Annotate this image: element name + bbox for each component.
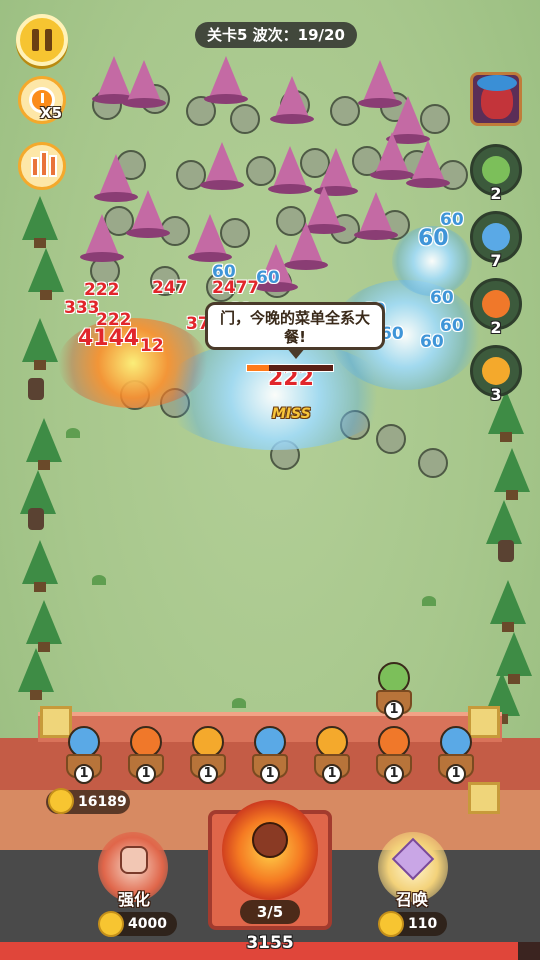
enemy-queue-count: 2 xyxy=(490,318,502,337)
pause-icon xyxy=(45,29,52,51)
damage-number: 247 xyxy=(152,278,188,298)
witch-enemy xyxy=(188,214,232,262)
zombie-enemy xyxy=(376,424,406,454)
miss-label: MISS xyxy=(272,406,311,422)
witch-enemy xyxy=(126,190,170,238)
tree xyxy=(22,196,58,248)
tree xyxy=(18,648,54,700)
witch-enemy xyxy=(122,60,166,108)
enemy-queue-count: 3 xyxy=(490,385,502,404)
defender-slot-2[interactable]: 1 xyxy=(124,720,168,786)
boss-speech-text: 门，今晚的菜单全系大餐! xyxy=(219,309,370,346)
summon-cost-amount: 110 xyxy=(408,916,438,932)
speed-multiplier-label: X5 xyxy=(40,104,63,122)
damage-number: 60 xyxy=(430,288,454,308)
witch-enemy xyxy=(406,140,450,188)
defender-level: 1 xyxy=(446,764,466,784)
castle-tower xyxy=(468,782,500,814)
defender-slot-4[interactable]: 1 xyxy=(248,720,292,786)
damage-number: 60 xyxy=(212,262,236,282)
tree xyxy=(486,500,522,552)
grass-tuft xyxy=(422,596,436,606)
tree xyxy=(26,600,62,652)
defender-level: 1 xyxy=(136,764,156,784)
zombie-enemy xyxy=(230,104,260,134)
hero-wave-counter: 3/5 xyxy=(240,900,300,924)
witch-enemy xyxy=(200,142,244,190)
boss-portrait[interactable] xyxy=(470,72,522,126)
defender-slot-3[interactable]: 1 xyxy=(186,720,230,786)
grass-tuft xyxy=(66,428,80,438)
game-stage[interactable]: 2223332472477222414412371222222222606060… xyxy=(0,0,540,960)
tree xyxy=(28,248,64,300)
defender-level: 1 xyxy=(198,764,218,784)
book-icon xyxy=(31,157,39,177)
stump xyxy=(28,508,44,530)
witch-enemy xyxy=(204,56,248,104)
gold-counter: 16189 xyxy=(46,788,130,814)
crystal-icon xyxy=(391,837,435,881)
damage-number: 333 xyxy=(64,298,100,318)
tree xyxy=(494,448,530,500)
defender-level: 1 xyxy=(322,764,342,784)
tree xyxy=(496,632,532,684)
tree xyxy=(22,318,58,370)
tree xyxy=(26,418,62,470)
sunflower-icon xyxy=(482,357,510,385)
fist-icon xyxy=(120,846,148,874)
defender-level: 1 xyxy=(74,764,94,784)
zombie-enemy xyxy=(330,96,360,126)
witch-enemy xyxy=(94,154,138,202)
main-hero[interactable] xyxy=(222,800,318,900)
witch-enemy xyxy=(268,146,312,194)
codex-button[interactable] xyxy=(18,142,66,190)
boss-icon xyxy=(477,75,517,119)
stump xyxy=(28,378,44,400)
defender-slot-5[interactable]: 1 xyxy=(310,720,354,786)
pause-icon xyxy=(32,29,39,51)
boss-speech-bubble: 门，今晚的菜单全系大餐! xyxy=(205,302,385,359)
castle-hp-value: 3155 xyxy=(246,933,294,953)
defender-level: 1 xyxy=(384,700,404,720)
witch-enemy xyxy=(354,192,398,240)
boss-hp-bar xyxy=(246,364,334,372)
defender-level: 1 xyxy=(260,764,280,784)
witch-enemy xyxy=(270,76,314,124)
tree xyxy=(490,580,526,632)
damage-number: 60 xyxy=(440,210,464,230)
damage-number: 12 xyxy=(140,336,164,356)
stump xyxy=(498,540,514,562)
upgrade-cost-amount: 4000 xyxy=(128,916,167,932)
enemy-queue-count: 2 xyxy=(490,184,502,203)
summon-label: 召唤 xyxy=(395,890,428,909)
witch-enemy xyxy=(80,214,124,262)
grass-tuft xyxy=(232,698,246,708)
damage-number: 60 xyxy=(256,268,280,288)
zombie-enemy xyxy=(418,448,448,478)
book-icon xyxy=(40,151,48,177)
upgrade-label: 强化 xyxy=(117,890,150,909)
grass-tuft xyxy=(92,575,106,585)
fire-hero-icon xyxy=(252,822,288,858)
defender-slot-extra[interactable]: 1 xyxy=(372,656,416,722)
fire-imp-icon xyxy=(482,290,510,318)
blue-mushroom-icon xyxy=(482,223,510,251)
green-zombie-icon xyxy=(482,156,510,184)
tree xyxy=(22,540,58,592)
boss-hp-fill xyxy=(247,365,269,371)
level-wave-indicator: 关卡5 波次：19/20 xyxy=(195,22,357,48)
pause-button[interactable] xyxy=(16,14,68,66)
defender-level: 1 xyxy=(384,764,404,784)
damage-number: 60 xyxy=(420,332,444,352)
gold-coin-icon xyxy=(48,788,74,814)
damage-number: 222 xyxy=(84,280,120,300)
defender-slot-7[interactable]: 1 xyxy=(434,720,478,786)
defender-slot-1[interactable]: 1 xyxy=(62,720,106,786)
book-icon xyxy=(49,155,57,177)
gold-amount: 16189 xyxy=(78,794,127,810)
damage-number: 4144 xyxy=(78,326,140,351)
witch-enemy xyxy=(370,132,414,180)
defender-slot-6[interactable]: 1 xyxy=(372,720,416,786)
enemy-queue-count: 7 xyxy=(490,251,502,270)
